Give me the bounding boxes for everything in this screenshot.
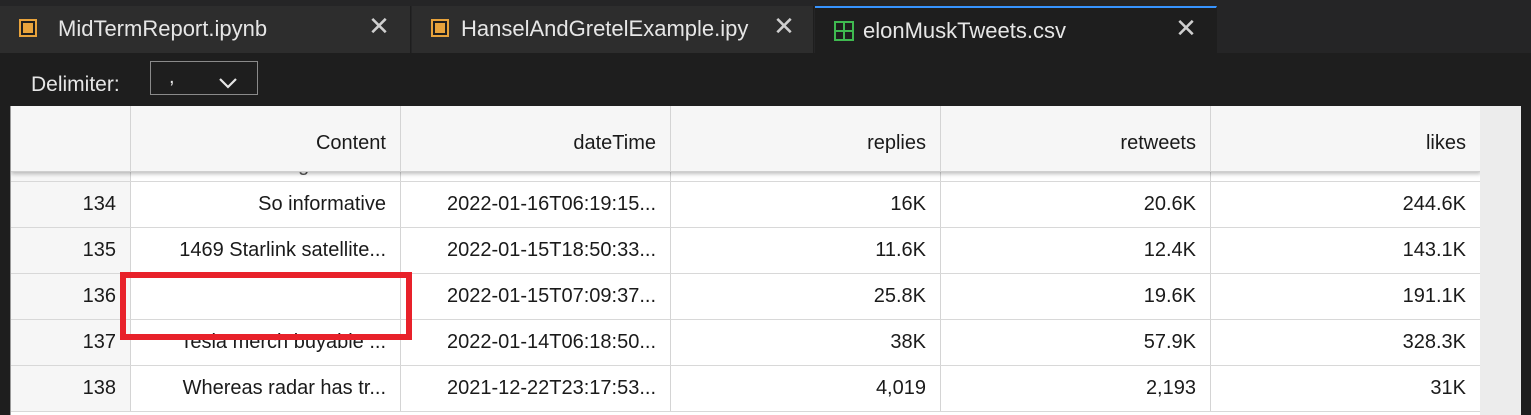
csv-table: Content dateTime replies retweets likes … bbox=[10, 106, 1480, 415]
cell-replies[interactable]: 4,019 bbox=[671, 366, 941, 411]
cell-content[interactable]: So informative bbox=[131, 182, 401, 227]
chevron-down-icon bbox=[219, 78, 237, 89]
cell-content[interactable]: 1469 Starlink satellite... bbox=[131, 228, 401, 273]
row-number: 136 bbox=[11, 274, 131, 319]
cell-likes[interactable]: 328.3K bbox=[1211, 320, 1480, 365]
cell-retweets[interactable]: 19.6K bbox=[941, 274, 1211, 319]
table-row[interactable]: 134 So informative 2022-01-16T06:19:15..… bbox=[11, 182, 1480, 228]
cell-content[interactable]: Whereas radar has tr... bbox=[131, 366, 401, 411]
tab-midtermreport[interactable]: MidTermReport.ipynb ✕ bbox=[0, 6, 411, 53]
cell-replies[interactable]: 11.6K bbox=[671, 228, 941, 273]
row-number: 137 bbox=[11, 320, 131, 365]
close-icon[interactable]: ✕ bbox=[367, 13, 391, 39]
cell-replies[interactable]: 38K bbox=[671, 320, 941, 365]
cell-likes[interactable]: 143.1K bbox=[1211, 228, 1480, 273]
highlight-box bbox=[120, 272, 412, 340]
cell-datetime[interactable]: 2022-01-15T07:09:37... bbox=[401, 274, 671, 319]
cell-retweets[interactable]: 20.6K bbox=[941, 182, 1211, 227]
row-number: 138 bbox=[11, 366, 131, 411]
header-replies[interactable]: replies bbox=[671, 106, 941, 171]
notebook-icon bbox=[19, 19, 37, 37]
table-row[interactable]: 138 Whereas radar has tr... 2021-12-22T2… bbox=[11, 366, 1480, 412]
tab-elonmusktweets[interactable]: elonMuskTweets.csv ✕ bbox=[815, 6, 1217, 53]
delimiter-value: , bbox=[169, 66, 175, 88]
close-icon[interactable]: ✕ bbox=[1174, 15, 1198, 41]
cell-retweets[interactable]: 12.4K bbox=[941, 228, 1211, 273]
cell-replies[interactable]: 25.8K bbox=[671, 274, 941, 319]
cell-retweets[interactable]: 2,193 bbox=[941, 366, 1211, 411]
tab-label: elonMuskTweets.csv bbox=[863, 18, 1066, 43]
header-rownum[interactable] bbox=[11, 106, 131, 171]
table-row[interactable]: 135 1469 Starlink satellite... 2022-01-1… bbox=[11, 228, 1480, 274]
row-number: 135 bbox=[11, 228, 131, 273]
header-datetime[interactable]: dateTime bbox=[401, 106, 671, 171]
tab-label: HanselAndGretelExample.ipy bbox=[461, 16, 749, 41]
tab-bar: MidTermReport.ipynb ✕ HanselAndGretelExa… bbox=[0, 0, 1531, 53]
cell-likes[interactable]: 191.1K bbox=[1211, 274, 1480, 319]
delimiter-label: Delimiter: bbox=[31, 73, 120, 96]
header-content[interactable]: Content bbox=[131, 106, 401, 171]
grid-scrollbar[interactable] bbox=[1521, 53, 1531, 415]
close-icon[interactable]: ✕ bbox=[772, 13, 796, 39]
cell-datetime[interactable]: 2022-01-15T18:50:33... bbox=[401, 228, 671, 273]
cell-datetime[interactable]: 2021-12-22T23:17:53... bbox=[401, 366, 671, 411]
tab-label: MidTermReport.ipynb bbox=[58, 16, 268, 41]
header-likes[interactable]: likes bbox=[1211, 106, 1480, 171]
cell-likes[interactable]: 244.6K bbox=[1211, 182, 1480, 227]
row-number: 134 bbox=[11, 182, 131, 227]
tab-hanselandgretel[interactable]: HanselAndGretelExample.ipy ✕ bbox=[412, 6, 814, 53]
cell-datetime[interactable]: 2022-01-14T06:18:50... bbox=[401, 320, 671, 365]
cell-likes[interactable]: 31K bbox=[1211, 366, 1480, 411]
header-retweets[interactable]: retweets bbox=[941, 106, 1211, 171]
cell-replies[interactable]: 16K bbox=[671, 182, 941, 227]
notebook-icon bbox=[431, 19, 449, 37]
cell-datetime[interactable]: 2022-01-16T06:19:15... bbox=[401, 182, 671, 227]
table-grid-icon bbox=[834, 21, 854, 41]
delimiter-toolbar: Delimiter: , bbox=[0, 53, 1531, 106]
cell-retweets[interactable]: 57.9K bbox=[941, 320, 1211, 365]
delimiter-select[interactable]: , bbox=[150, 61, 258, 95]
table-header: Content dateTime replies retweets likes bbox=[11, 106, 1480, 172]
